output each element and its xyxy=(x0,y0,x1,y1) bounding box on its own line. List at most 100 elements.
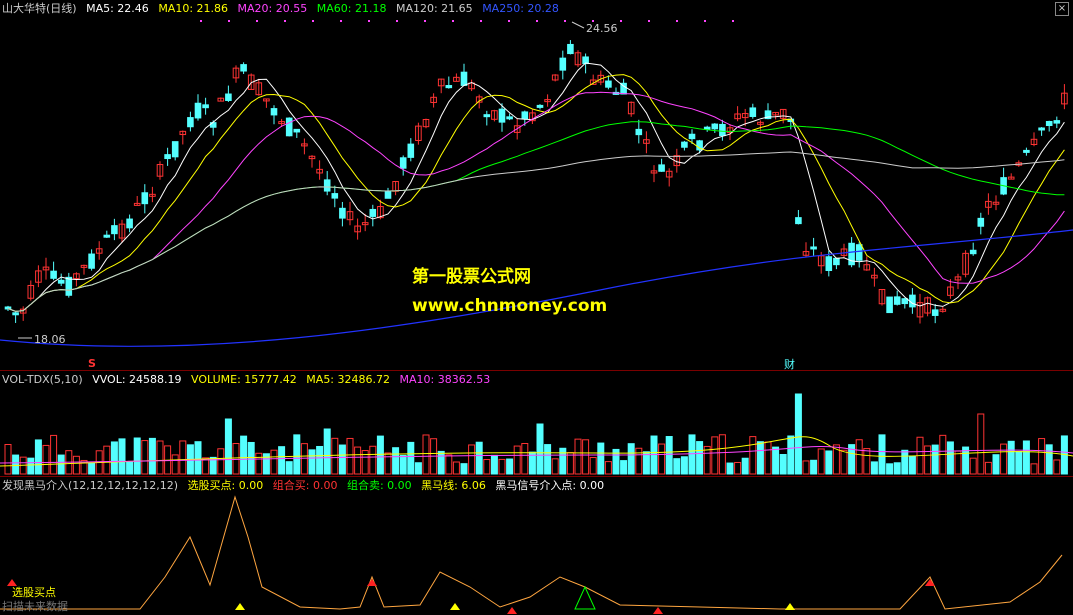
top-dot xyxy=(284,20,286,22)
volume-bar xyxy=(338,444,346,475)
volume-bar xyxy=(483,459,491,475)
ma10-line xyxy=(7,74,1065,312)
ma250-label: MA250: 20.28 xyxy=(482,2,559,15)
volume-bar xyxy=(817,448,825,475)
volume-bar xyxy=(855,439,863,475)
top-dot xyxy=(536,20,538,22)
candle-body xyxy=(795,217,802,225)
volume-bar xyxy=(293,434,301,475)
indicator-chart[interactable] xyxy=(0,477,1073,615)
volume-bar xyxy=(946,441,954,475)
ma5-line xyxy=(7,62,1065,312)
volume-bar xyxy=(969,457,977,475)
volume-bar xyxy=(688,434,696,475)
candle-body xyxy=(909,294,916,308)
candle-body xyxy=(141,192,149,205)
candle-body xyxy=(399,157,407,169)
indicator-header: 发现黑马介入(12,12,12,12,12,12) 选股买点: 0.00 组合买… xyxy=(2,479,610,493)
volume-bar xyxy=(331,437,339,475)
watermark-url: www.chnmoney.com xyxy=(412,296,608,316)
top-dot xyxy=(704,20,706,22)
top-dot xyxy=(508,20,510,22)
volume-bar xyxy=(475,441,483,475)
top-dot xyxy=(732,20,734,22)
vol-ma10-label: MA10: 38362.53 xyxy=(399,373,491,386)
volume-bar xyxy=(12,454,20,475)
volume-bar xyxy=(810,459,818,475)
candle-body xyxy=(559,57,567,71)
volume-bar xyxy=(620,460,628,475)
volume-bar xyxy=(437,450,445,475)
close-button[interactable]: × xyxy=(1055,2,1069,16)
price-header: 山大华特(日线) MA5: 22.46 MA10: 21.86 MA20: 20… xyxy=(2,2,565,16)
volume-bar xyxy=(513,445,521,475)
volume-bar xyxy=(445,454,453,475)
dark-horse-line xyxy=(0,495,1063,610)
volume-bar xyxy=(414,462,422,475)
volume-bar xyxy=(376,435,384,475)
volume-bar xyxy=(696,441,704,475)
volume-bar xyxy=(88,462,96,475)
candle-body xyxy=(969,249,977,255)
volume-bar xyxy=(673,458,681,475)
volume-bar xyxy=(901,449,909,475)
volume-bar xyxy=(392,447,400,475)
top-dot xyxy=(228,20,230,22)
top-dot xyxy=(452,20,454,22)
price-pane[interactable]: 山大华特(日线) MA5: 22.46 MA10: 21.86 MA20: 20… xyxy=(0,0,1073,371)
candle-body xyxy=(605,80,612,88)
candle-body xyxy=(111,225,118,235)
volume-bar xyxy=(536,423,544,475)
volume-bar xyxy=(1000,443,1008,475)
top-dot xyxy=(564,20,566,22)
volume-bar xyxy=(452,461,460,475)
volume-bar xyxy=(870,461,878,475)
top-dot xyxy=(648,20,650,22)
volume-bar xyxy=(1015,451,1023,475)
high-arrow xyxy=(571,21,585,29)
volume-bar xyxy=(878,434,886,475)
top-dot xyxy=(676,20,678,22)
candle-body xyxy=(833,257,840,266)
volume-bar xyxy=(863,448,871,475)
volume-bar xyxy=(802,460,810,475)
volume-bar xyxy=(726,462,734,475)
volume-bar xyxy=(756,441,764,475)
volume-bar xyxy=(498,458,506,475)
candle-body xyxy=(285,117,293,137)
volume-bar xyxy=(886,463,894,475)
volume-bar xyxy=(103,445,111,475)
volume-bar xyxy=(285,461,293,475)
volume-bar xyxy=(110,441,118,475)
volume-bar xyxy=(772,446,780,475)
top-dot xyxy=(256,20,258,22)
candle-body xyxy=(445,85,453,89)
top-dot xyxy=(312,20,314,22)
ma60-label: MA60: 21.18 xyxy=(316,2,387,15)
indicator-pane[interactable]: 发现黑马介入(12,12,12,12,12,12) 选股买点: 0.00 组合买… xyxy=(0,477,1073,615)
volume-bar xyxy=(589,457,597,475)
candle-body xyxy=(339,207,346,219)
volume-bar xyxy=(908,455,916,475)
volume-bar xyxy=(300,443,308,475)
candle-body xyxy=(65,276,73,296)
volume-pane[interactable]: VOL-TDX(5,10) VVOL: 24588.19 VOLUME: 157… xyxy=(0,371,1073,476)
volume-bar xyxy=(635,447,643,475)
volume-bar xyxy=(787,435,795,475)
candle-body xyxy=(886,296,893,314)
ma5-label: MA5: 22.46 xyxy=(86,2,149,15)
candle-body xyxy=(202,104,209,109)
volume-header: VOL-TDX(5,10) VVOL: 24588.19 VOLUME: 157… xyxy=(2,373,496,387)
candle-body xyxy=(50,270,57,279)
candle-body xyxy=(536,104,544,108)
buy-point-label: 选股买点: 0.00 xyxy=(187,479,264,492)
top-dot xyxy=(396,20,398,22)
candle-body xyxy=(194,102,202,119)
candle-body xyxy=(384,190,392,199)
candle-body xyxy=(187,117,194,128)
volume-bar xyxy=(399,454,407,475)
volume-bar xyxy=(1030,463,1038,475)
volume-title: VOL-TDX(5,10) xyxy=(2,373,83,386)
volume-bar xyxy=(931,444,939,475)
volume-bar xyxy=(544,444,552,475)
